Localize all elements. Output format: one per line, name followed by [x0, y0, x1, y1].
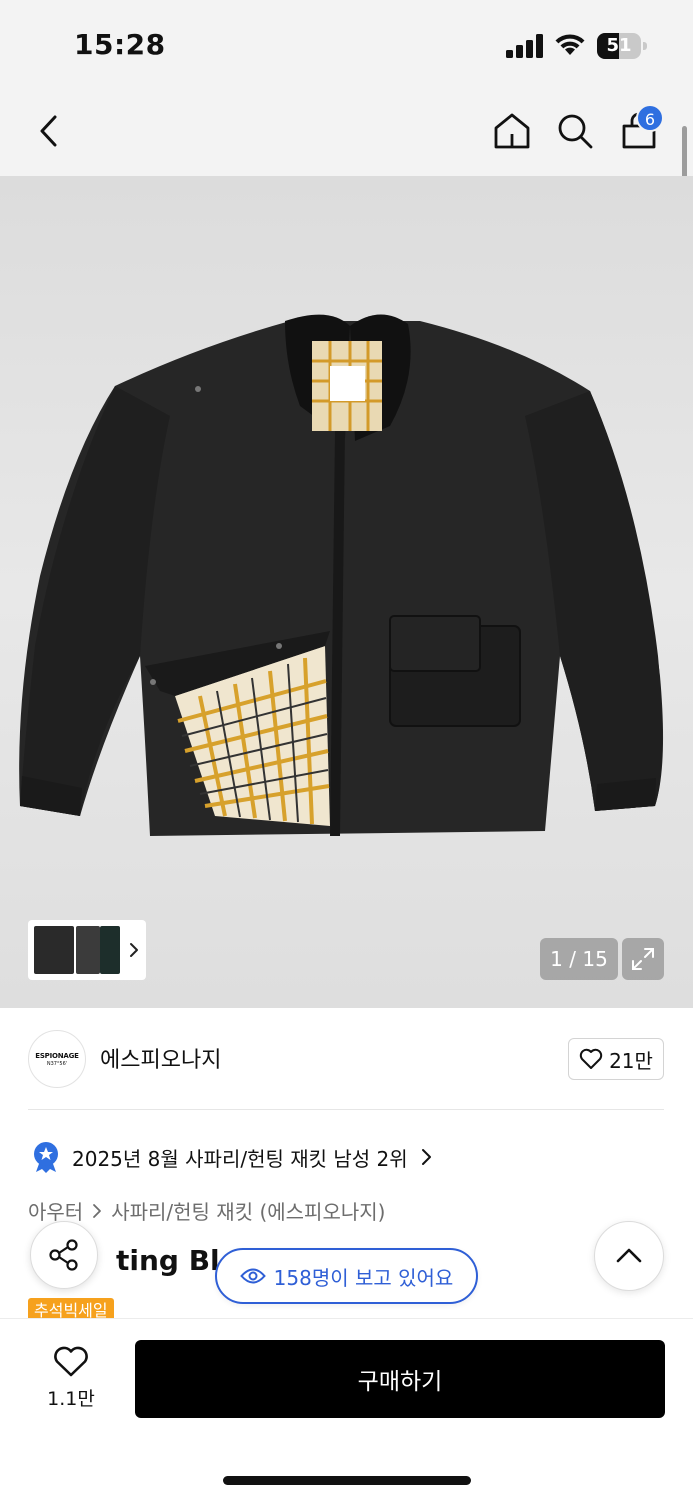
wifi-icon — [555, 34, 585, 55]
ranking-link[interactable]: 2025년 8월 사파리/헌팅 재킷 남성 2위 — [32, 1140, 434, 1174]
product-image-gallery[interactable] — [0, 176, 693, 1008]
expand-icon — [632, 948, 654, 970]
thumbnail-strip[interactable] — [28, 920, 146, 980]
home-icon — [494, 113, 530, 149]
ranking-text: 2025년 8월 사파리/헌팅 재킷 남성 2위 — [72, 1146, 408, 1171]
brand-like-button[interactable]: 21만 — [568, 1038, 664, 1080]
ranking-medal-icon — [34, 1142, 58, 1173]
brand-logo-text: ESPIONAGE — [35, 1051, 79, 1060]
fullscreen-button[interactable] — [622, 938, 664, 980]
eye-icon — [239, 1268, 266, 1284]
battery-indicator: 51 — [597, 33, 647, 59]
breadcrumb-category[interactable]: 아우터 — [28, 1196, 83, 1225]
cellular-signal-icon — [506, 34, 543, 58]
status-bar: 15:28 51 — [0, 0, 693, 88]
chevron-right-icon — [130, 943, 138, 957]
product-photo-jacket — [19, 314, 664, 836]
search-button[interactable] — [550, 106, 600, 156]
share-icon — [49, 1239, 78, 1271]
brand-logo[interactable]: ESPIONAGE N37°56' — [28, 1030, 86, 1088]
home-button[interactable] — [487, 106, 537, 156]
heart-icon — [579, 1048, 603, 1069]
breadcrumb-subcategory[interactable]: 사파리/헌팅 재킷 (에스피오나지) — [111, 1196, 385, 1225]
live-viewers-pill: 158명이 보고 있어요 — [215, 1248, 478, 1304]
home-indicator — [223, 1476, 471, 1485]
battery-percent: 51 — [606, 35, 632, 56]
thumbnail-image[interactable] — [34, 926, 74, 974]
thumbnail-image[interactable] — [100, 926, 120, 974]
heart-icon — [54, 1346, 88, 1376]
buy-button[interactable]: 구매하기 — [135, 1340, 665, 1418]
wishlist-button[interactable]: 1.1만 — [30, 1340, 112, 1416]
live-viewers-text: 158명이 보고 있어요 — [273, 1265, 454, 1290]
chevron-right-icon — [421, 1149, 431, 1165]
wishlist-count: 1.1만 — [47, 1387, 95, 1410]
image-counter: 1 / 15 — [540, 938, 618, 980]
chevron-up-icon — [616, 1248, 642, 1263]
cart-count-badge: 6 — [636, 104, 664, 132]
chevron-left-icon — [40, 115, 57, 147]
brand-logo-subtext: N37°56' — [46, 1060, 68, 1067]
chevron-right-icon — [93, 1203, 102, 1218]
breadcrumb: 아우터 사파리/헌팅 재킷 (에스피오나지) — [28, 1196, 385, 1225]
search-icon — [558, 114, 593, 149]
divider — [28, 1109, 664, 1110]
scroll-to-top-button[interactable] — [594, 1221, 664, 1291]
thumbnail-image[interactable] — [76, 926, 100, 974]
brand-like-count: 21만 — [609, 1048, 653, 1073]
status-time: 15:28 — [74, 28, 166, 61]
top-nav-bar — [0, 88, 693, 176]
brand-name[interactable]: 에스피오나지 — [100, 1042, 221, 1074]
back-button[interactable] — [24, 106, 74, 156]
share-button[interactable] — [30, 1221, 98, 1289]
